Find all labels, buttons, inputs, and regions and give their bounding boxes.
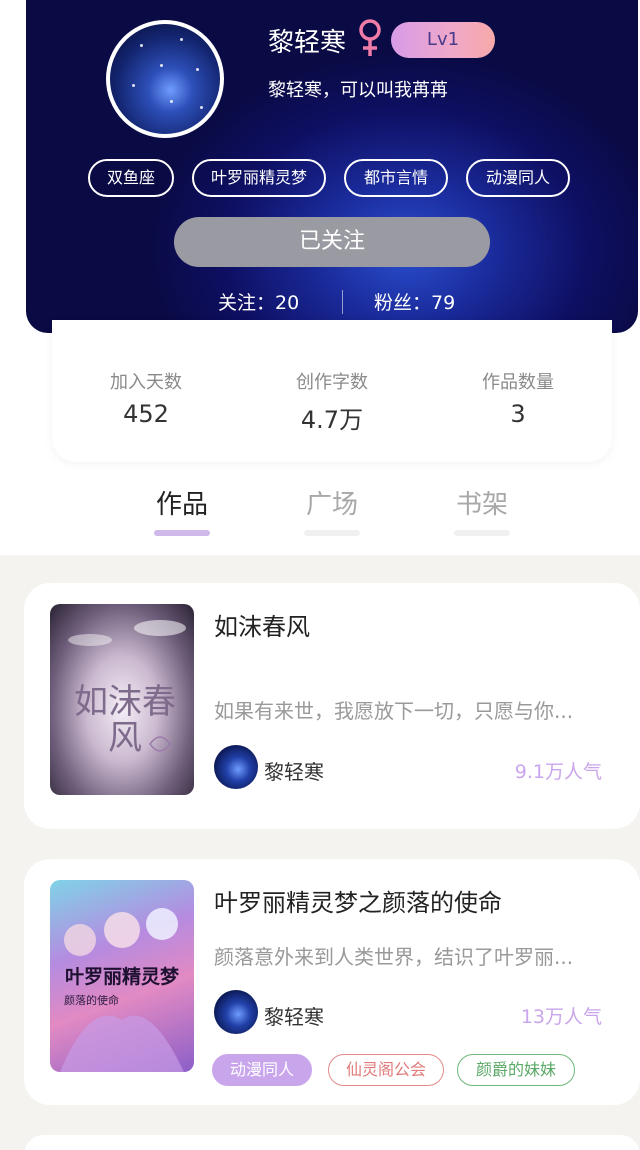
book-tag[interactable]: 颜爵的妹妹 xyxy=(457,1054,575,1086)
book-card[interactable]: 叶罗丽精灵梦 颜落的使命 叶罗丽精灵梦之颜落的使命 颜落意外来到人类世界，结识了… xyxy=(24,859,640,1105)
popularity-count: 13万人气 xyxy=(520,1006,602,1028)
counts-divider xyxy=(342,290,343,314)
book-cover[interactable]: 如沫春风 xyxy=(50,604,194,795)
book-description: 颜落意外来到人类世界，结识了叶罗丽... xyxy=(214,945,574,969)
book-cover[interactable]: 叶罗丽精灵梦 颜落的使命 xyxy=(50,880,194,1072)
author-avatar[interactable] xyxy=(214,745,258,789)
profile-tag[interactable]: 双鱼座 xyxy=(88,159,174,197)
tab-bookshelf-indicator xyxy=(454,530,510,536)
profile-avatar[interactable] xyxy=(106,20,224,138)
tab-square[interactable]: 广场 xyxy=(292,484,372,521)
stat-value: 4.7万 xyxy=(300,406,364,434)
follow-counts: 关注：20 粉丝：79 xyxy=(26,288,638,318)
author-name[interactable]: 黎轻寒 xyxy=(264,756,324,785)
author-avatar[interactable] xyxy=(214,990,258,1034)
stat-works-count: 作品数量 3 xyxy=(438,368,598,428)
book-tag[interactable]: 动漫同人 xyxy=(212,1054,312,1086)
fans-count[interactable]: 粉丝：79 xyxy=(374,288,455,315)
profile-bio: 黎轻寒，可以叫我苒苒 xyxy=(268,80,448,101)
cover-title: 叶罗丽精灵梦 xyxy=(64,966,179,988)
profile-tags: 双鱼座 叶罗丽精灵梦 都市言情 动漫同人 xyxy=(88,159,588,197)
female-icon xyxy=(359,19,381,56)
tab-works-indicator xyxy=(154,530,210,536)
tab-works[interactable]: 作品 xyxy=(142,484,222,521)
tab-bookshelf[interactable]: 书架 xyxy=(442,484,522,521)
stat-join-days: 加入天数 452 xyxy=(66,368,226,428)
stat-value: 3 xyxy=(510,400,526,428)
tab-square-indicator xyxy=(304,530,360,536)
profile-tag[interactable]: 叶罗丽精灵梦 xyxy=(192,159,326,197)
level-badge: Lv1 xyxy=(391,22,495,58)
profile-tag[interactable]: 动漫同人 xyxy=(466,159,570,197)
profile-tag[interactable]: 都市言情 xyxy=(344,159,448,197)
book-title[interactable]: 叶罗丽精灵梦之颜落的使命 xyxy=(214,883,502,918)
book-description: 如果有来世，我愿放下一切，只愿与你... xyxy=(214,699,574,723)
popularity-count: 9.1万人气 xyxy=(514,761,602,783)
follow-button[interactable]: 已关注 xyxy=(174,217,490,267)
cover-subtitle: 颜落的使命 xyxy=(64,994,119,1007)
stat-word-count: 创作字数 4.7万 xyxy=(252,368,412,435)
book-title[interactable]: 如沫春风 xyxy=(214,607,310,642)
book-card[interactable]: 如沫春风 如沫春风 如果有来世，我愿放下一切，只愿与你... 黎轻寒 9.1万人… xyxy=(24,583,640,829)
profile-header: 黎轻寒 Lv1 黎轻寒，可以叫我苒苒 双鱼座 叶罗丽精灵梦 都市言情 动漫同人 … xyxy=(26,0,638,333)
author-name[interactable]: 黎轻寒 xyxy=(264,1001,324,1030)
stat-label: 创作字数 xyxy=(296,372,368,393)
book-card[interactable] xyxy=(24,1135,640,1150)
profile-name: 黎轻寒 xyxy=(268,28,347,58)
stat-label: 作品数量 xyxy=(482,372,554,393)
stat-value: 452 xyxy=(123,400,169,428)
cover-title: 如沫春风 xyxy=(74,682,176,758)
book-tag[interactable]: 仙灵阁公会 xyxy=(328,1054,444,1086)
stat-label: 加入天数 xyxy=(110,372,182,393)
following-count[interactable]: 关注：20 xyxy=(218,288,299,315)
stats-card: 加入天数 452 创作字数 4.7万 作品数量 3 xyxy=(52,320,612,462)
